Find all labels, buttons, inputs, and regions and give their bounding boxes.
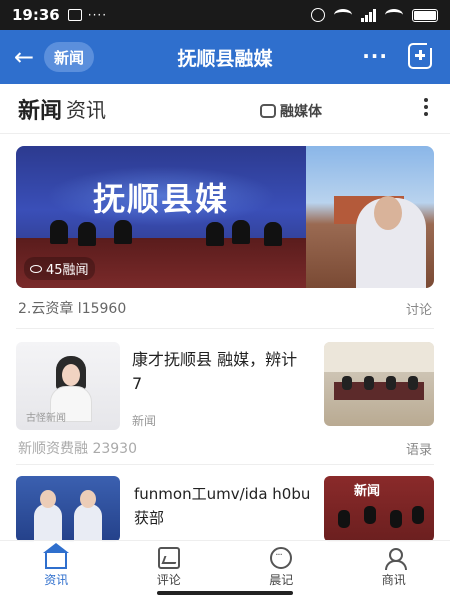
news-label: 新闻 <box>354 484 381 499</box>
hero-inset-photo <box>306 146 434 288</box>
list-item[interactable]: 古怪新闻 康才抚顺县 融媒，辨计 7 新闻 <box>16 342 434 442</box>
app-header: ← 新闻 抚顺县融媒 ··· <box>0 30 450 84</box>
brand-label: 融媒体 <box>260 101 322 121</box>
item-thumbnail: 古怪新闻 <box>16 342 120 430</box>
more-button[interactable]: ··· <box>362 44 388 68</box>
hero-meta: 2.云资章 l15960 讨论 <box>18 298 432 318</box>
item-thumbnail <box>16 476 120 542</box>
list-item[interactable]: funmon工umv/ida h0bu 获部 新闻 <box>16 476 434 546</box>
item-meta-left: 新顺资费融 23930 <box>18 441 137 457</box>
item-meta-right[interactable]: 语录 <box>406 439 432 458</box>
section-title: 新闻 <box>18 98 63 124</box>
divider <box>16 464 434 465</box>
item-side-thumbnail: 新闻 <box>324 476 434 542</box>
wifi-icon-2 <box>385 9 403 21</box>
back-button[interactable]: ← <box>4 30 44 84</box>
gallery-icon <box>67 9 82 21</box>
status-time: 19:36 <box>12 6 60 24</box>
divider <box>16 328 434 329</box>
channel-pill[interactable]: 新闻 <box>44 42 95 72</box>
brand-icon <box>260 104 276 118</box>
item-title: 康才抚顺县 融媒，辨计 7 <box>132 348 322 396</box>
hero-banner-text: 抚顺县媒 <box>92 180 229 218</box>
item-title: funmon工umv/ida h0bu 获部 <box>134 482 324 530</box>
tab-label: 资讯 <box>44 573 69 587</box>
hero-meta-left: 2.云资章 l15960 <box>18 301 127 317</box>
eye-icon <box>30 264 42 273</box>
view-count: 45融闻 <box>46 263 89 278</box>
home-indicator[interactable] <box>157 591 293 595</box>
item-title-line1: 康才抚顺县 融媒，辨计 <box>132 350 298 369</box>
status-bar: 19:36 ···· <box>0 0 450 30</box>
share-icon[interactable] <box>408 40 435 69</box>
battery-icon <box>412 8 438 22</box>
thumb-caption: 古怪新闻 <box>26 413 66 424</box>
status-icons <box>311 8 438 22</box>
hero-card[interactable]: 抚顺县媒 45融闻 <box>16 146 434 288</box>
view-count-badge: 45融闻 <box>24 257 95 280</box>
tab-label: 商讯 <box>381 573 406 587</box>
wifi-icon <box>334 9 352 21</box>
user-icon <box>383 547 407 570</box>
item-title-line1: funmon工umv/ida h0bu <box>134 485 311 503</box>
chat-icon <box>270 547 293 569</box>
tab-profile[interactable]: 商讯 <box>338 541 450 600</box>
item-source: 新闻 <box>132 414 157 428</box>
brand-text: 融媒体 <box>280 104 322 120</box>
signal-icon <box>361 8 376 22</box>
status-dots: ···· <box>87 8 108 22</box>
section-header: 新闻 资讯 融媒体 <box>0 84 450 134</box>
tab-news[interactable]: 资讯 <box>0 541 113 600</box>
image-icon <box>157 547 180 569</box>
alarm-icon <box>311 8 325 22</box>
item-side-thumbnail <box>324 342 434 426</box>
home-icon <box>43 543 70 569</box>
item-title-line2: 获部 <box>134 509 165 527</box>
item-meta: 新顺资费融 23930 语录 <box>18 438 432 458</box>
section-subtitle: 资讯 <box>66 98 107 122</box>
item-title-line2: 7 <box>132 374 143 393</box>
hero-meta-right[interactable]: 讨论 <box>406 299 432 318</box>
section-menu-icon[interactable] <box>424 98 428 116</box>
tab-label: 评论 <box>156 573 181 587</box>
tab-label: 晨记 <box>269 573 294 587</box>
